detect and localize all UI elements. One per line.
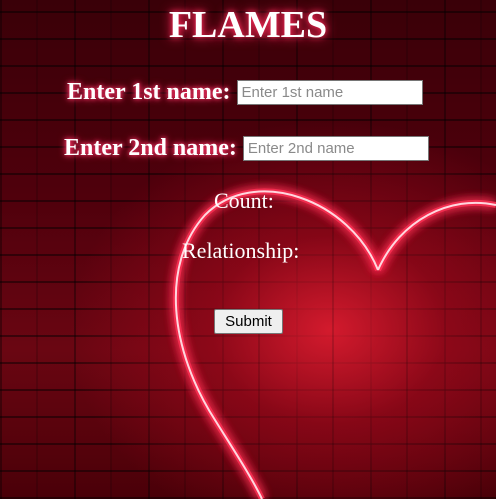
first-name-label: Enter 1st name:: [67, 79, 231, 105]
page-title: FLAMES: [168, 4, 328, 46]
second-name-label: Enter 2nd name:: [64, 135, 237, 161]
relationship-label: Relationship:: [182, 238, 300, 263]
flames-form-container: FLAMES Enter 1st name: Enter 2nd name: C…: [0, 0, 496, 499]
second-name-input[interactable]: [242, 136, 429, 161]
count-label: Count:: [214, 188, 274, 213]
second-name-row: Enter 2nd name:: [64, 135, 429, 162]
first-name-input[interactable]: [236, 80, 423, 105]
submit-button[interactable]: Submit: [214, 309, 283, 334]
first-name-row: Enter 1st name:: [67, 79, 423, 106]
